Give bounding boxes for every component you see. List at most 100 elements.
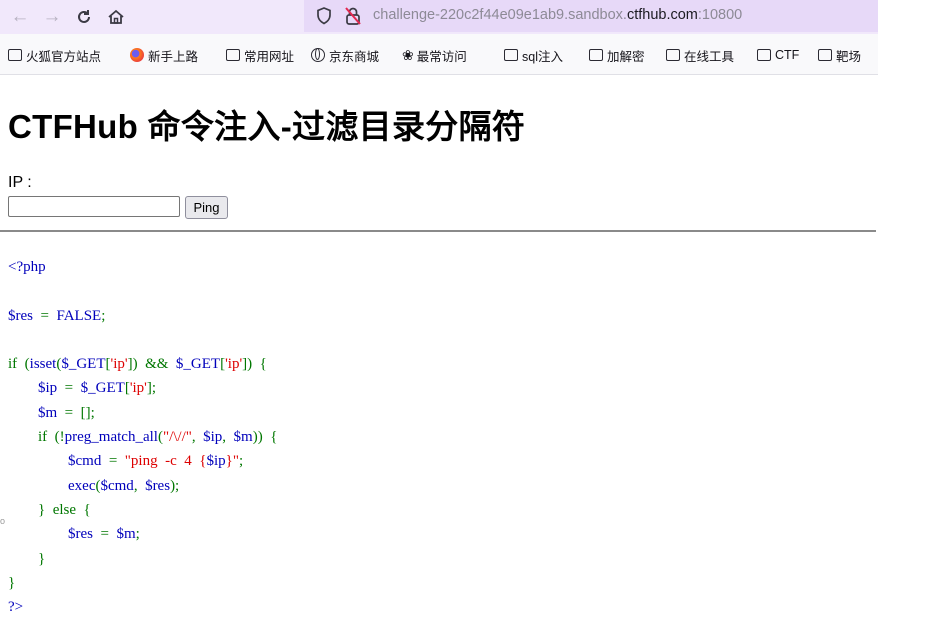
folder-icon xyxy=(589,49,603,61)
code-token: exec xyxy=(68,477,96,494)
bookmark-common-sites[interactable]: 常用网址 xyxy=(226,45,294,65)
folder-icon xyxy=(818,49,832,61)
code-token: <?php xyxy=(8,259,46,275)
code-token: , xyxy=(222,429,234,446)
margin-mark: o xyxy=(0,516,6,526)
code-token: ; xyxy=(238,453,244,470)
code-token: FALSE xyxy=(56,307,102,324)
code-line: $ip = $_GET['ip']; xyxy=(8,376,277,400)
bookmark-online-tools[interactable]: 在线工具 xyxy=(666,45,734,65)
code-token: $ip xyxy=(203,429,223,446)
bookmark-ctf[interactable]: CTF xyxy=(757,45,799,65)
code-token: preg_match_all xyxy=(64,429,158,446)
code-token: } xyxy=(8,550,46,567)
bookmark-crypto[interactable]: 加解密 xyxy=(589,45,645,65)
code-token: "/\//" xyxy=(162,429,192,446)
shield-icon[interactable] xyxy=(316,7,332,30)
code-token: $cmd xyxy=(68,453,102,470)
code-token: $m xyxy=(233,429,253,446)
code-token: 'ip' xyxy=(225,356,243,373)
code-token: 'ip' xyxy=(110,356,128,373)
code-token: }" xyxy=(225,453,239,470)
forward-arrow-icon[interactable]: → xyxy=(40,4,64,30)
bookmark-getting-started[interactable]: 新手上路 xyxy=(130,45,198,65)
ip-input[interactable] xyxy=(8,196,180,217)
code-line: $cmd = "ping -c 4 {$ip}"; xyxy=(8,449,277,473)
code-token: $m xyxy=(38,404,58,421)
code-token: $res xyxy=(8,307,33,324)
code-token: $ip xyxy=(38,380,58,397)
code-token: ; xyxy=(101,307,106,324)
code-token: $res xyxy=(145,477,171,494)
code-token: $_GET xyxy=(61,356,106,373)
code-token: ]; xyxy=(146,380,157,397)
code-token: $_GET xyxy=(80,380,125,397)
ping-button[interactable]: Ping xyxy=(185,196,228,219)
code-token: $cmd xyxy=(100,477,134,494)
code-token: 'ip' xyxy=(129,380,147,397)
firefox-icon xyxy=(130,48,144,62)
code-token: $m xyxy=(116,526,136,543)
folder-icon xyxy=(8,49,22,61)
code-token: = xyxy=(57,380,81,397)
code-token: $res xyxy=(68,526,93,543)
code-token: ]) && xyxy=(127,356,176,373)
php-source-code: <?php $res = FALSE; if (isset($_GET['ip'… xyxy=(8,255,277,619)
bookmark-sql-injection[interactable]: sql注入 xyxy=(504,45,563,65)
ip-label: IP : xyxy=(8,174,32,191)
browser-toolbar: ← → challenge-220c2f44e09e1ab9.sandbox.c… xyxy=(0,0,878,34)
insecure-lock-icon[interactable] xyxy=(344,6,362,31)
code-token: } else { xyxy=(8,501,91,518)
code-token: isset xyxy=(29,356,57,373)
bookmark-jd-mall[interactable]: 京东商城 xyxy=(311,45,379,65)
code-token: , xyxy=(191,429,204,446)
code-token: ; xyxy=(135,526,140,543)
url-text[interactable]: challenge-220c2f44e09e1ab9.sandbox.ctfhu… xyxy=(373,7,742,23)
code-line: $res = $m; xyxy=(8,522,277,546)
bookmarks-bar: 火狐官方站点 新手上路 常用网址 京东商城 ❀ 最常访问 sql注入 加解密 在线… xyxy=(0,34,878,75)
folder-icon xyxy=(226,49,240,61)
code-token: = xyxy=(101,453,125,470)
code-token: ?> xyxy=(8,599,24,616)
code-line: ?> xyxy=(8,595,277,619)
bookmark-most-visited[interactable]: ❀ 最常访问 xyxy=(402,45,467,65)
bookmark-range[interactable]: 靶场 xyxy=(818,45,861,65)
home-icon[interactable] xyxy=(104,4,128,30)
code-token: $ip xyxy=(206,453,226,470)
code-token: )) { xyxy=(252,429,278,446)
code-token: ); xyxy=(170,477,180,494)
code-line: <?php xyxy=(8,255,277,279)
bookmark-firefox-official[interactable]: 火狐官方站点 xyxy=(8,45,101,65)
code-token: = xyxy=(93,526,117,543)
code-token: if (! xyxy=(8,429,65,446)
code-line: } else { xyxy=(8,498,277,522)
code-line: $res = FALSE; xyxy=(8,304,277,328)
code-line: } xyxy=(8,571,277,595)
code-token: , xyxy=(133,477,146,494)
folder-icon xyxy=(666,49,680,61)
code-line: $m = []; xyxy=(8,401,277,425)
back-arrow-icon[interactable]: ← xyxy=(8,4,32,30)
code-token: ]) { xyxy=(242,356,267,373)
reload-icon[interactable] xyxy=(72,4,96,30)
divider xyxy=(0,230,876,232)
folder-icon xyxy=(504,49,518,61)
code-token: "ping -c 4 { xyxy=(124,453,207,470)
code-token: } xyxy=(8,574,16,591)
folder-icon xyxy=(757,49,771,61)
page-title: CTFHub 命令注入-过滤目录分隔符 xyxy=(8,108,526,145)
globe-icon xyxy=(311,48,325,62)
address-bar[interactable]: challenge-220c2f44e09e1ab9.sandbox.ctfhu… xyxy=(304,0,878,32)
code-token: = xyxy=(33,307,57,324)
gear-icon: ❀ xyxy=(402,47,414,63)
code-token: if ( xyxy=(8,356,30,373)
code-line: if (isset($_GET['ip']) && $_GET['ip']) { xyxy=(8,352,277,376)
code-line: if (!preg_match_all("/\//", $ip, $m)) { xyxy=(8,425,277,449)
